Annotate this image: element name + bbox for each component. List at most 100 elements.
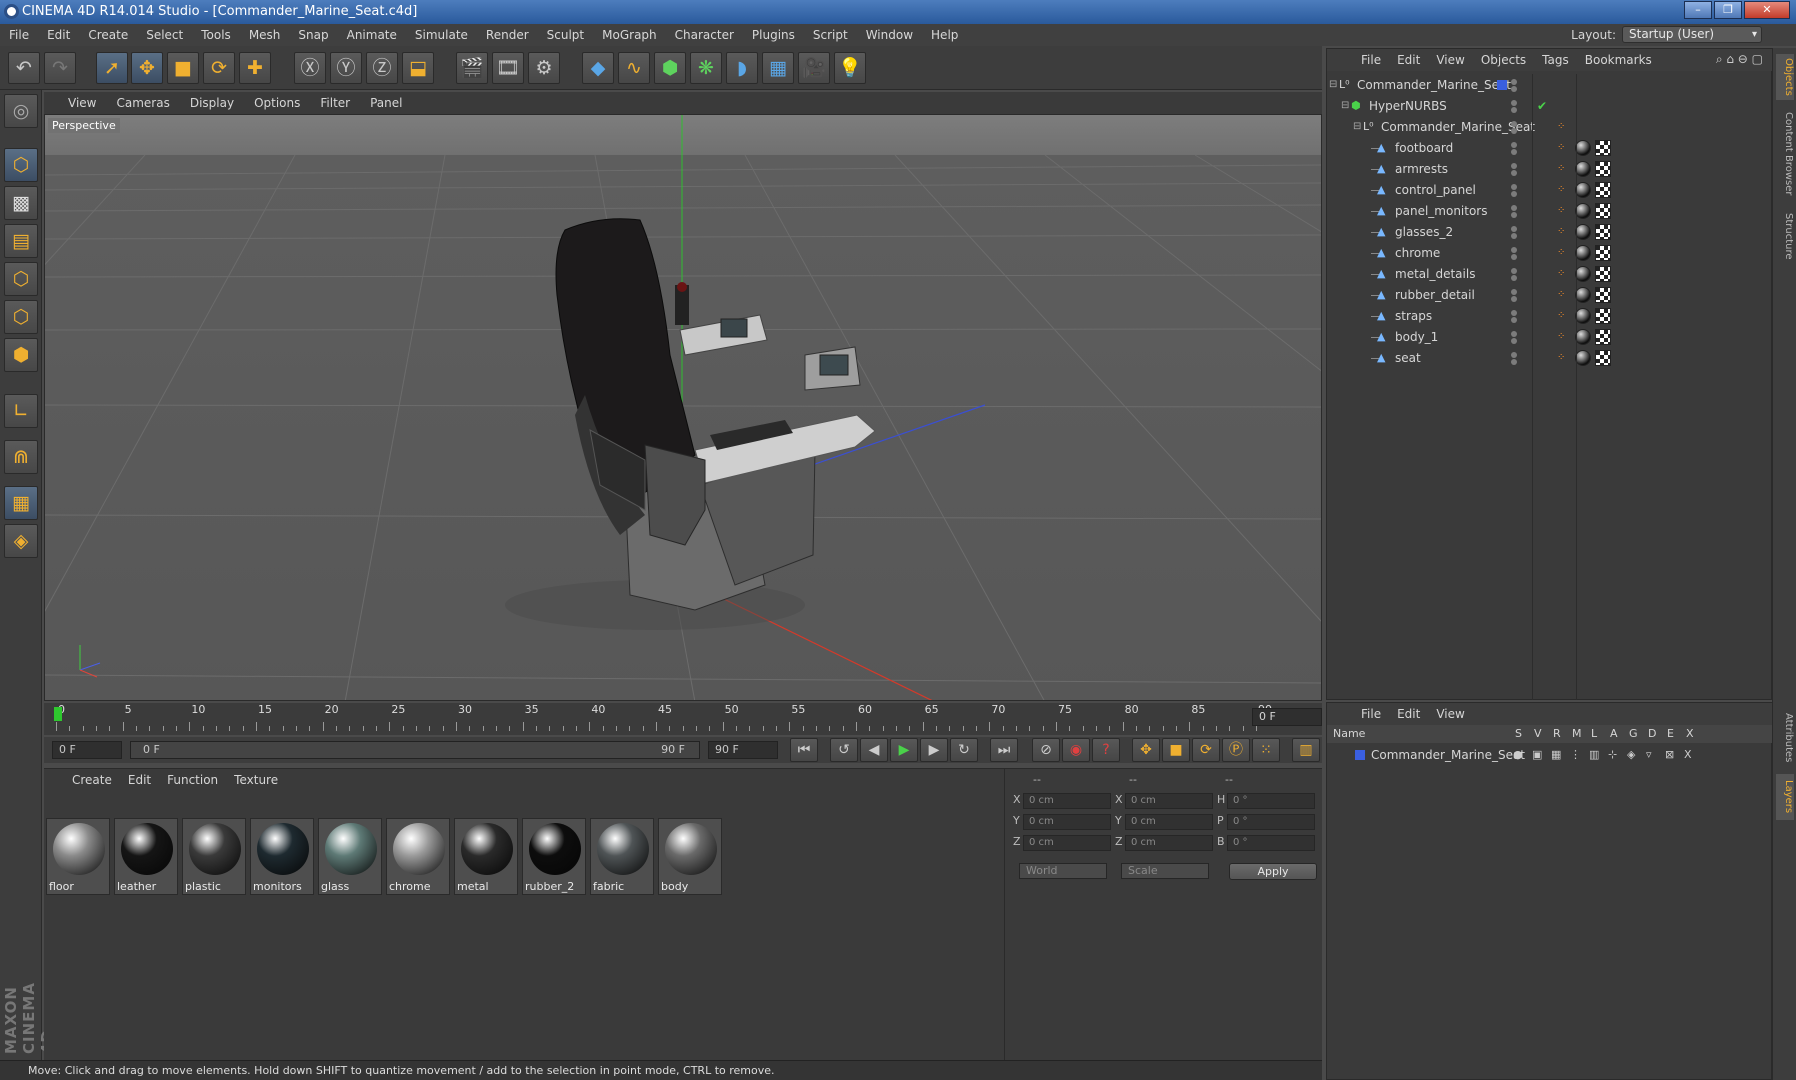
material-tag-icon[interactable]	[1575, 350, 1591, 366]
menu-plugins[interactable]: Plugins	[743, 28, 804, 42]
phong-tag-icon[interactable]: ⁘	[1557, 159, 1565, 179]
layer-menu-edit[interactable]: Edit	[1389, 707, 1428, 721]
last-tool-icon[interactable]: ✚	[239, 52, 271, 84]
menu-window[interactable]: Window	[857, 28, 922, 42]
nurbs-icon[interactable]: ⬢	[654, 52, 686, 84]
viewport-menu-display[interactable]: Display	[180, 96, 244, 110]
render-visibility-dot[interactable]	[1511, 86, 1517, 92]
material-tag-icon[interactable]	[1575, 161, 1591, 177]
uvw-tag-icon[interactable]	[1595, 245, 1611, 261]
phong-tag-icon[interactable]: ⁘	[1557, 327, 1565, 347]
menu-snap[interactable]: Snap	[289, 28, 337, 42]
viewport-menu-view[interactable]: View	[58, 96, 106, 110]
object-row[interactable]: ⊟ L⁰ Commander_Marine_Seat	[1327, 75, 1773, 95]
object-row[interactable]: ▲ rubber_detail ⁘	[1327, 285, 1773, 305]
render-visibility-dot[interactable]	[1511, 170, 1517, 176]
uvw-tag-icon[interactable]	[1595, 203, 1611, 219]
layer-menu-file[interactable]: File	[1353, 707, 1389, 721]
menu-render[interactable]: Render	[477, 28, 538, 42]
locked-workplane-icon[interactable]: ◈	[4, 524, 38, 558]
phong-tag-icon[interactable]: ⁘	[1557, 285, 1565, 305]
playhead-marker[interactable]	[54, 707, 62, 721]
expand-toggle-icon[interactable]: ⊟	[1353, 117, 1361, 137]
deformer-icon[interactable]: ◗	[726, 52, 758, 84]
menu-mesh[interactable]: Mesh	[240, 28, 290, 42]
apply-button[interactable]: Apply	[1229, 863, 1317, 880]
coord-mode-dropdown[interactable]: World	[1019, 863, 1107, 879]
menu-file[interactable]: File	[0, 28, 38, 42]
material-swatch-rubber_2[interactable]: rubber_2	[522, 818, 586, 895]
object-row[interactable]: ⊟ ⬢ HyperNURBS ✔	[1327, 96, 1773, 116]
menu-create[interactable]: Create	[79, 28, 137, 42]
phong-tag-icon[interactable]: ⁘	[1557, 222, 1565, 242]
render-visibility-dot[interactable]	[1511, 212, 1517, 218]
phong-tag-icon[interactable]: ⁘	[1557, 201, 1565, 221]
texture-tag-icon[interactable]: ⁘	[1557, 117, 1565, 137]
uvw-tag-icon[interactable]	[1595, 266, 1611, 282]
object-row[interactable]: ▲ armrests ⁘	[1327, 159, 1773, 179]
material-swatch-leather[interactable]: leather	[114, 818, 178, 895]
coord-rotation-field[interactable]: 0 °	[1227, 814, 1315, 830]
go-to-end-icon[interactable]: ⏭	[990, 738, 1018, 762]
key-position-icon[interactable]: ✥	[1132, 738, 1160, 762]
material-swatch-fabric[interactable]: fabric	[590, 818, 654, 895]
visible-icon[interactable]: ▣	[1532, 745, 1542, 765]
render-view-icon[interactable]: 🎬	[456, 52, 488, 84]
workplane-lock-icon[interactable]: ▦	[4, 486, 38, 520]
object-row[interactable]: ▲ metal_details ⁘	[1327, 264, 1773, 284]
material-tag-icon[interactable]	[1575, 329, 1591, 345]
editor-visibility-dot[interactable]	[1511, 310, 1517, 316]
points-mode-icon[interactable]: ⬡	[4, 262, 38, 296]
x-axis-lock-icon[interactable]: Ⓧ	[294, 52, 326, 84]
polygons-mode-icon[interactable]: ⬢	[4, 338, 38, 372]
uvw-tag-icon[interactable]	[1595, 287, 1611, 303]
object-row[interactable]: ▲ seat ⁘	[1327, 348, 1773, 368]
render-visibility-dot[interactable]	[1511, 296, 1517, 302]
enabled-check-icon[interactable]: ✔	[1537, 96, 1547, 116]
play-icon[interactable]: ▶	[890, 738, 918, 762]
material-tag-icon[interactable]	[1575, 224, 1591, 240]
key-parameter-icon[interactable]: Ⓟ	[1222, 738, 1250, 762]
expand-toggle-icon[interactable]: ⊟	[1341, 96, 1349, 116]
viewport-menu-options[interactable]: Options	[244, 96, 310, 110]
make-editable-icon[interactable]: ◎	[4, 94, 38, 128]
object-row[interactable]: ▲ chrome ⁘	[1327, 243, 1773, 263]
coordinate-system-icon[interactable]: ⬓	[402, 52, 434, 84]
layer-row[interactable]: Commander_Marine_Seat ● ▣ ▦ ⋮ ▥ ⊹ ◈ ▿ ⊠ X	[1327, 745, 1773, 765]
content-browser-tab[interactable]: Content Browser	[1776, 108, 1794, 200]
floor-scene-icon[interactable]: ▦	[762, 52, 794, 84]
object-row[interactable]: ▲ footboard ⁘	[1327, 138, 1773, 158]
redo-icon[interactable]: ↷	[44, 52, 76, 84]
editor-visibility-dot[interactable]	[1511, 226, 1517, 232]
axis-mode-icon[interactable]: ∟	[4, 394, 38, 428]
menu-tools[interactable]: Tools	[192, 28, 240, 42]
autokey-icon[interactable]: ⊘	[1032, 738, 1060, 762]
coord-size-field[interactable]: 0 cm	[1125, 814, 1213, 830]
minimize-button[interactable]: –	[1684, 1, 1712, 19]
snap-magnet-icon[interactable]: ⋒	[4, 440, 38, 474]
render-visibility-dot[interactable]	[1511, 254, 1517, 260]
rotate-tool-icon[interactable]: ⟳	[203, 52, 235, 84]
coord-rotation-field[interactable]: 0 °	[1227, 835, 1315, 851]
coord-scale-dropdown[interactable]: Scale	[1121, 863, 1209, 879]
scale-tool-icon[interactable]: ■	[167, 52, 199, 84]
material-menu-edit[interactable]: Edit	[120, 773, 159, 787]
menu-script[interactable]: Script	[804, 28, 857, 42]
live-selection-icon[interactable]: ➚	[96, 52, 128, 84]
menu-edit[interactable]: Edit	[38, 28, 79, 42]
editor-visibility-dot[interactable]	[1511, 184, 1517, 190]
uvw-tag-icon[interactable]	[1595, 224, 1611, 240]
uvw-tag-icon[interactable]	[1595, 308, 1611, 324]
menu-mograph[interactable]: MoGraph	[593, 28, 666, 42]
render-visibility-dot[interactable]	[1511, 359, 1517, 365]
render-picture-viewer-icon[interactable]: 🎞	[492, 52, 524, 84]
object-row[interactable]: ▲ control_panel ⁘	[1327, 180, 1773, 200]
z-axis-lock-icon[interactable]: Ⓩ	[366, 52, 398, 84]
material-swatch-chrome[interactable]: chrome	[386, 818, 450, 895]
render-visibility-dot[interactable]	[1511, 317, 1517, 323]
material-menu-function[interactable]: Function	[159, 773, 226, 787]
editor-visibility-dot[interactable]	[1511, 352, 1517, 358]
next-key-icon[interactable]: ↻	[950, 738, 978, 762]
object-menu-file[interactable]: File	[1353, 53, 1389, 67]
phong-tag-icon[interactable]: ⁘	[1557, 348, 1565, 368]
